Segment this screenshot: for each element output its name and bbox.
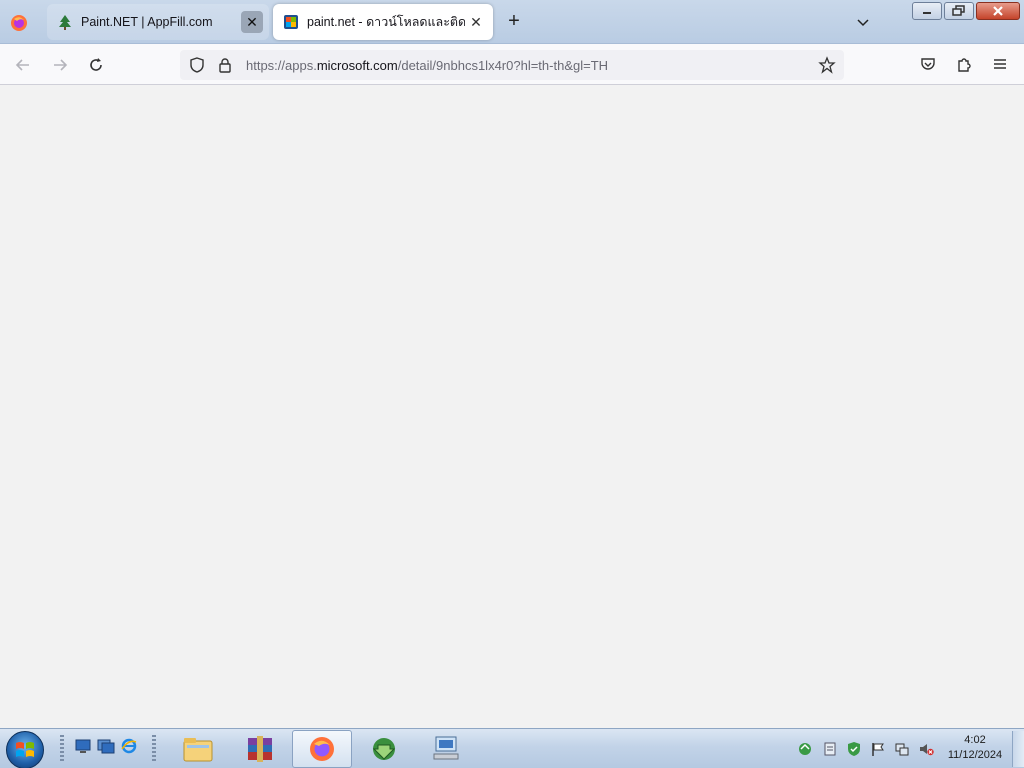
idm-icon[interactable] xyxy=(354,730,414,768)
restore-icon xyxy=(952,5,965,16)
pocket-button[interactable] xyxy=(918,54,938,74)
tab-title: paint.net - ดาวน์โหลดและติดตั้ง xyxy=(307,15,465,29)
switch-windows-icon[interactable] xyxy=(97,737,115,755)
close-tab-button[interactable]: ✕ xyxy=(465,11,487,33)
close-icon xyxy=(993,6,1003,16)
tree-icon xyxy=(57,14,73,30)
windows-logo-icon xyxy=(16,742,34,757)
address-bar[interactable]: https://apps.microsoft.com/detail/9nbhcs… xyxy=(180,50,844,80)
show-desktop-button[interactable] xyxy=(1012,731,1024,767)
show-desktop-icon[interactable] xyxy=(74,737,92,755)
close-window-button[interactable] xyxy=(976,2,1020,20)
paintnet-icon xyxy=(283,14,299,30)
url-text: https://apps.microsoft.com/detail/9nbhcs… xyxy=(246,57,609,73)
firefox-icon[interactable] xyxy=(292,730,352,768)
flag-icon[interactable] xyxy=(870,741,886,757)
extensions-button[interactable] xyxy=(954,54,974,74)
close-tab-button[interactable]: ✕ xyxy=(241,11,263,33)
network-icon[interactable] xyxy=(894,741,910,757)
document-icon[interactable] xyxy=(822,741,838,757)
reload-icon xyxy=(90,58,102,71)
close-icon: ✕ xyxy=(246,13,258,30)
taskbar-grip[interactable] xyxy=(60,735,64,763)
minimize-button[interactable] xyxy=(912,2,942,20)
chevron-down-icon xyxy=(852,19,874,37)
arrow-left-icon xyxy=(15,59,29,71)
reload-button[interactable] xyxy=(83,52,109,78)
shield-icon[interactable] xyxy=(188,56,206,74)
internet-explorer-icon[interactable] xyxy=(120,737,138,755)
taskbar-grip[interactable] xyxy=(152,735,156,763)
system-clock[interactable]: 4:02 11/12/2024 xyxy=(940,733,1010,763)
app-menu-button[interactable] xyxy=(990,54,1010,74)
taskbar: 4:02 11/12/2024 xyxy=(0,728,1024,768)
new-tab-button[interactable]: + xyxy=(503,11,525,33)
tab-paintnet[interactable]: paint.net - ดาวน์โหลดและติดตั้ง ✕ xyxy=(273,4,493,40)
tab-appfill[interactable]: Paint.NET | AppFill.com ✕ xyxy=(47,4,269,40)
clock-time: 4:02 xyxy=(964,734,986,746)
forward-button[interactable] xyxy=(47,52,73,78)
firefox-view-icon[interactable] xyxy=(8,12,30,34)
start-button[interactable] xyxy=(6,731,44,768)
tab-strip: Paint.NET | AppFill.com ✕ paint.net - ดา… xyxy=(0,0,1024,44)
close-icon: ✕ xyxy=(470,13,482,30)
page-content xyxy=(0,85,1024,728)
puzzle-icon xyxy=(958,58,971,72)
file-explorer-icon[interactable] xyxy=(168,730,228,768)
back-button[interactable] xyxy=(10,52,36,78)
network-computer-icon[interactable] xyxy=(416,730,476,768)
window-controls xyxy=(912,2,1020,20)
tab-title: Paint.NET | AppFill.com xyxy=(81,15,213,29)
minimize-icon xyxy=(923,12,931,14)
volume-muted-icon[interactable] xyxy=(918,741,934,757)
restore-button[interactable] xyxy=(944,2,974,20)
sync-icon[interactable] xyxy=(797,741,813,757)
navigation-toolbar: https://apps.microsoft.com/detail/9nbhcs… xyxy=(0,44,1024,85)
arrow-right-icon xyxy=(54,59,68,71)
lock-icon[interactable] xyxy=(216,56,234,74)
list-all-tabs-button[interactable] xyxy=(852,11,874,33)
bookmark-star-icon[interactable] xyxy=(818,56,836,74)
clock-date: 11/12/2024 xyxy=(947,749,1003,761)
winrar-icon[interactable] xyxy=(230,730,290,768)
security-icon[interactable] xyxy=(846,741,862,757)
pocket-icon xyxy=(921,58,935,70)
hamburger-menu-icon xyxy=(994,59,1006,69)
